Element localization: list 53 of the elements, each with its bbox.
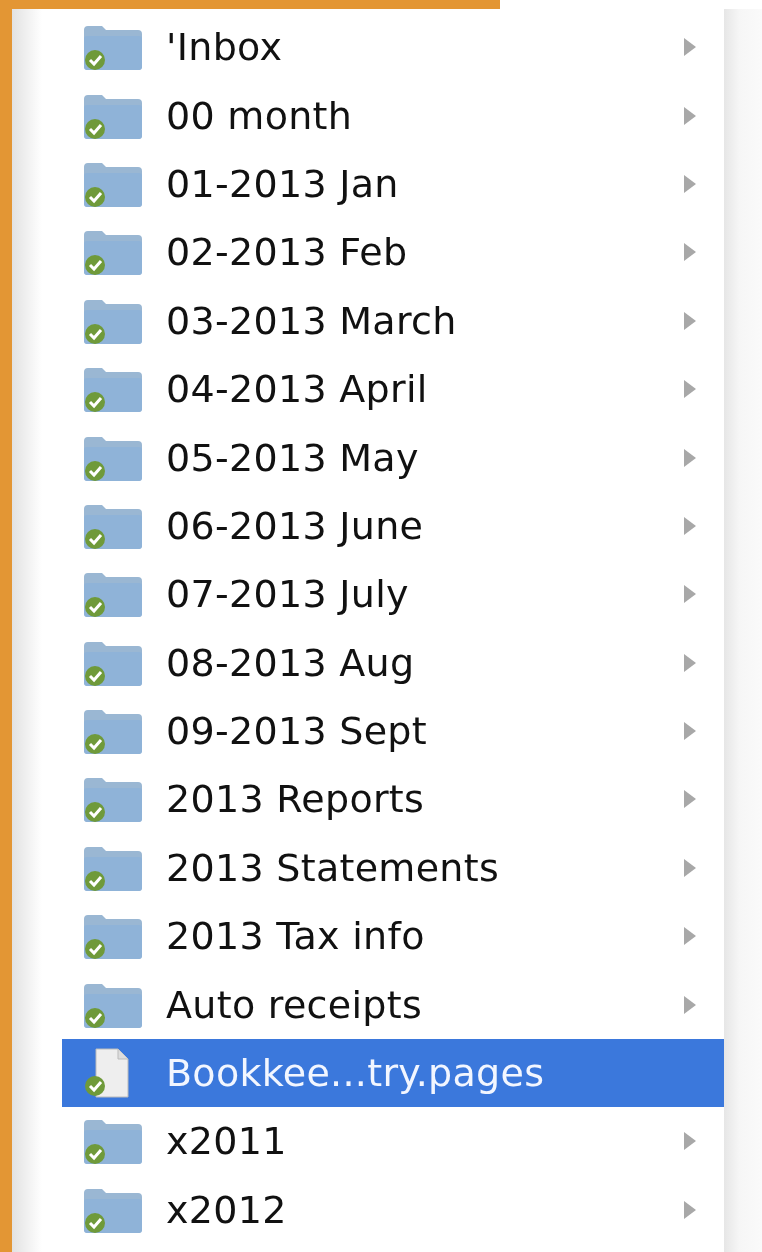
- item-name: 07-2013 July: [166, 572, 410, 617]
- item-name: 'Inbox: [166, 25, 284, 70]
- file-list-item[interactable]: 04-2013 April: [62, 354, 724, 424]
- file-list-item[interactable]: 'Inbox: [62, 13, 724, 82]
- disclosure-arrow-icon: [682, 788, 698, 811]
- file-list-item[interactable]: 2013 Tax info: [62, 902, 724, 971]
- disclosure-arrow-icon: [682, 925, 698, 948]
- file-list-item[interactable]: 06-2013 June: [62, 491, 724, 561]
- file-list-item[interactable]: Bookkee...try.pages: [62, 1038, 724, 1108]
- disclosure-arrow-icon: [682, 378, 698, 401]
- file-list-item[interactable]: 08-2013 Aug: [62, 628, 724, 697]
- disclosure-arrow-icon: [682, 241, 698, 264]
- item-name: 03-2013 March: [166, 298, 458, 343]
- file-list-item[interactable]: 2013 Statements: [62, 833, 724, 903]
- file-list-item[interactable]: 07-2013 July: [62, 560, 724, 629]
- file-list-item[interactable]: 09-2013 Sept: [62, 696, 724, 766]
- item-name: 00 month: [166, 93, 354, 138]
- file-list-item[interactable]: 03-2013 March: [62, 286, 724, 355]
- disclosure-arrow-icon: [682, 172, 698, 195]
- file-list-item[interactable]: 2013 Reports: [62, 765, 724, 834]
- disclosure-arrow-icon: [682, 1198, 698, 1221]
- disclosure-arrow-icon: [682, 446, 698, 469]
- disclosure-arrow-icon: [682, 993, 698, 1016]
- disclosure-arrow-icon: [682, 104, 698, 127]
- disclosure-arrow-icon: [682, 651, 698, 674]
- file-list-item[interactable]: x2012: [62, 1175, 724, 1245]
- item-name: 06-2013 June: [166, 503, 425, 548]
- disclosure-arrow-icon: [682, 36, 698, 59]
- file-list-item[interactable]: 00 month: [62, 81, 724, 150]
- file-list-item[interactable]: Auto receipts: [62, 970, 724, 1039]
- disclosure-arrow-icon: [682, 720, 698, 743]
- item-name: Auto receipts: [166, 982, 424, 1027]
- item-name: 02-2013 Feb: [166, 230, 409, 275]
- item-name: 09-2013 Sept: [166, 709, 428, 754]
- disclosure-arrow-icon: [682, 583, 698, 606]
- item-name: 04-2013 April: [166, 367, 429, 412]
- item-name: x2011: [166, 1119, 288, 1164]
- disclosure-arrow-icon: [682, 856, 698, 879]
- item-name: Bookkee...try.pages: [166, 1051, 546, 1096]
- item-name: 2013 Reports: [166, 777, 426, 822]
- disclosure-arrow-icon: [682, 1130, 698, 1153]
- file-list-item[interactable]: x2011: [62, 1107, 724, 1176]
- disclosure-arrow-icon: [682, 309, 698, 332]
- item-name: 2013 Tax info: [166, 914, 426, 959]
- item-name: 08-2013 Aug: [166, 640, 416, 685]
- disclosure-arrow-icon: [682, 514, 698, 537]
- item-name: 05-2013 May: [166, 435, 420, 480]
- item-name: x2012: [166, 1187, 288, 1232]
- item-name: 2013 Statements: [166, 845, 501, 890]
- file-list-item[interactable]: 02-2013 Feb: [62, 218, 724, 287]
- file-list-item[interactable]: 01-2013 Jan: [62, 149, 724, 219]
- item-name: 01-2013 Jan: [166, 161, 400, 206]
- file-list-item[interactable]: 05-2013 May: [62, 423, 724, 492]
